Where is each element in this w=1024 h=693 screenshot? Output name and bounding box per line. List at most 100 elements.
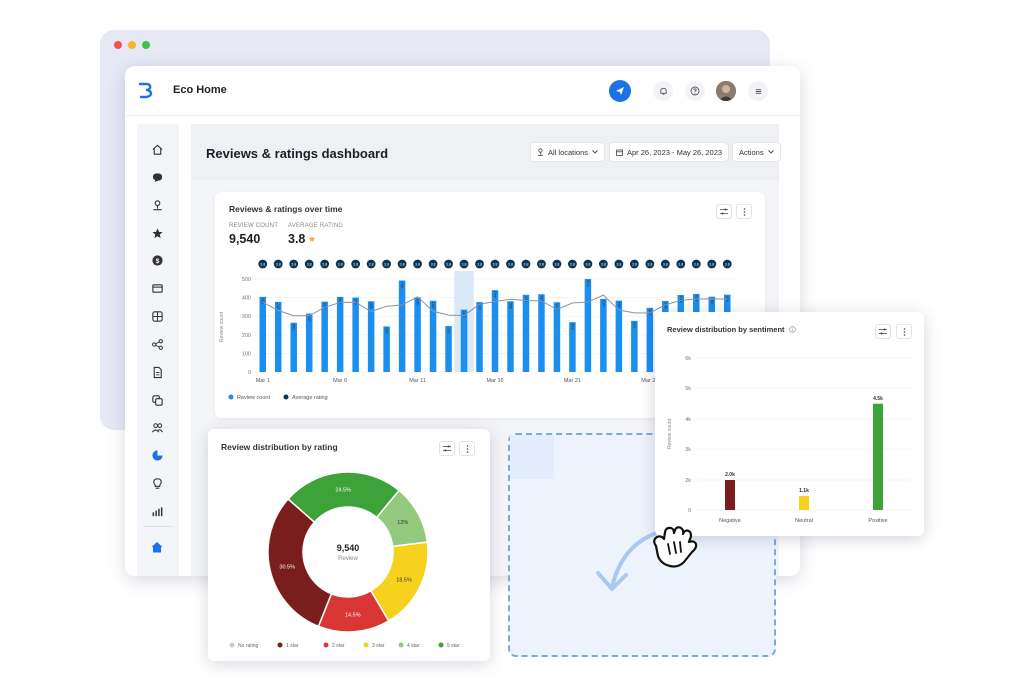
sidebar-item-payments[interactable]: $ (150, 253, 164, 267)
legend-swatch (229, 642, 235, 648)
avg-rating-dot-label: 3.8 (539, 263, 544, 267)
bar (305, 313, 313, 372)
avg-rating-dot-label: 3.8 (678, 263, 683, 267)
avg-rating-dot-label: 3.8 (338, 263, 343, 267)
sidebar-item-locations[interactable] (150, 198, 164, 212)
sidebar-divider (143, 526, 173, 527)
bar-data-label: 247 (446, 326, 451, 333)
bar (538, 294, 545, 372)
y-tick-label: 300 (242, 314, 251, 320)
legend-label: No rating (238, 643, 259, 649)
sidebar-item-reviews[interactable] (150, 226, 164, 240)
store-home-icon[interactable] (150, 540, 164, 554)
map-pin-icon (152, 199, 162, 210)
legend-label: 1 star (286, 643, 299, 649)
legend-average-rating: Average rating (292, 395, 328, 401)
nodes-icon (151, 338, 163, 350)
avg-rating-dot-label: 3.8 (493, 263, 498, 267)
star-icon (309, 235, 316, 242)
location-filter-label: All locations (548, 147, 589, 157)
bar-data-label: 2.0k (725, 472, 735, 478)
more-options-button[interactable] (736, 204, 752, 219)
slice-data-label: 24.5% (335, 488, 351, 494)
paper-plane-icon (616, 87, 624, 95)
bar-data-label: 440 (493, 290, 498, 297)
bar (336, 296, 344, 372)
bar-data-label: 383 (431, 301, 436, 308)
window-close-dot[interactable] (114, 41, 122, 49)
y-tick-label: 4k (685, 417, 691, 423)
average-rating-label: AVERAGE RATING (288, 223, 344, 229)
sidebar-item-integrations[interactable] (150, 309, 164, 323)
calendar-icon (616, 149, 623, 156)
sidebar-item-documents[interactable] (150, 365, 164, 379)
bar (414, 297, 421, 372)
donut-center-value: 9,540 (337, 543, 360, 553)
actions-dropdown[interactable]: Actions (732, 142, 781, 162)
send-button[interactable] (609, 80, 631, 102)
bell-icon (659, 87, 667, 95)
window-minimize-dot[interactable] (128, 41, 136, 49)
location-filter[interactable]: All locations (530, 142, 606, 162)
notifications-button[interactable] (653, 81, 673, 101)
date-range-filter[interactable]: Apr 26, 2023 - May 26, 2023 (609, 142, 730, 162)
slice-data-label: 12% (397, 520, 408, 526)
rating-distribution-card: Review distribution by rating 24.5% 12% 18… (208, 429, 490, 661)
legend-label: 3 star (372, 643, 385, 649)
x-tick-label: Neutral (795, 518, 813, 524)
sidebar-item-insights[interactable] (150, 476, 164, 490)
hamburger-icon (755, 88, 761, 94)
help-button[interactable] (685, 81, 705, 101)
actions-label: Actions (739, 147, 764, 157)
bar-data-label: 377 (276, 302, 281, 309)
bar (600, 298, 607, 372)
sidebar-item-home[interactable] (150, 142, 164, 156)
legend-label: 2 star (332, 643, 345, 649)
date-range-label: Apr 26, 2023 - May 26, 2023 (627, 147, 723, 157)
bar-data-label: 335 (462, 310, 467, 317)
dollar-coin-icon: $ (151, 254, 163, 266)
grab-hand-cursor-icon (653, 526, 698, 568)
donut-slice (267, 497, 333, 628)
menu-button[interactable] (748, 81, 768, 101)
legend-swatch-review-count (228, 394, 234, 400)
avg-rating-dot-label: 3.8 (585, 263, 590, 267)
sidebar-item-messages[interactable] (150, 170, 164, 184)
lightbulb-icon (152, 477, 162, 489)
brand-logo-icon (138, 82, 153, 99)
document-icon (153, 366, 162, 378)
y-tick-label: 100 (242, 351, 251, 357)
y-tick-label: 6k (685, 356, 691, 362)
avg-rating-dot-label: 3.8 (616, 263, 621, 267)
avg-rating-dot-label: 3.8 (276, 263, 281, 267)
bar-data-label: 384 (616, 301, 621, 308)
sidebar-item-workflows[interactable] (150, 337, 164, 351)
review-count-value: 9,540 (229, 232, 261, 246)
sidebar-item-pages[interactable] (150, 393, 164, 407)
user-avatar[interactable] (716, 81, 736, 101)
avg-rating-dot-label: 3.8 (508, 263, 513, 267)
sidebar-item-contacts[interactable] (150, 420, 164, 434)
bar-data-label: 420 (694, 294, 699, 301)
slice-data-label: 14.5% (345, 612, 361, 618)
sidebar-item-inbox[interactable] (150, 281, 164, 295)
sidebar: $ (137, 124, 179, 576)
avg-rating-dot-label: 3.8 (632, 263, 637, 267)
bar (615, 300, 623, 372)
y-tick-label: 0 (248, 370, 251, 376)
avg-rating-dot-label: 3.8 (601, 263, 606, 267)
home-icon (151, 144, 163, 155)
sidebar-item-reports[interactable] (150, 448, 164, 462)
avg-rating-dot-label: 3.8 (477, 263, 482, 267)
sliders-icon (720, 208, 728, 215)
sidebar-item-analytics[interactable] (150, 504, 164, 518)
bar-data-label: 1.1k (799, 488, 809, 494)
window-maximize-dot[interactable] (142, 41, 150, 49)
chevron-down-icon (767, 150, 774, 154)
filter-button[interactable] (716, 204, 732, 219)
drop-zone-highlight (510, 435, 554, 479)
y-tick-label: 5k (685, 386, 691, 392)
avg-rating-dot-label: 3.8 (709, 263, 714, 267)
y-axis-label: Review count (219, 311, 225, 342)
copy-icon (151, 394, 163, 406)
